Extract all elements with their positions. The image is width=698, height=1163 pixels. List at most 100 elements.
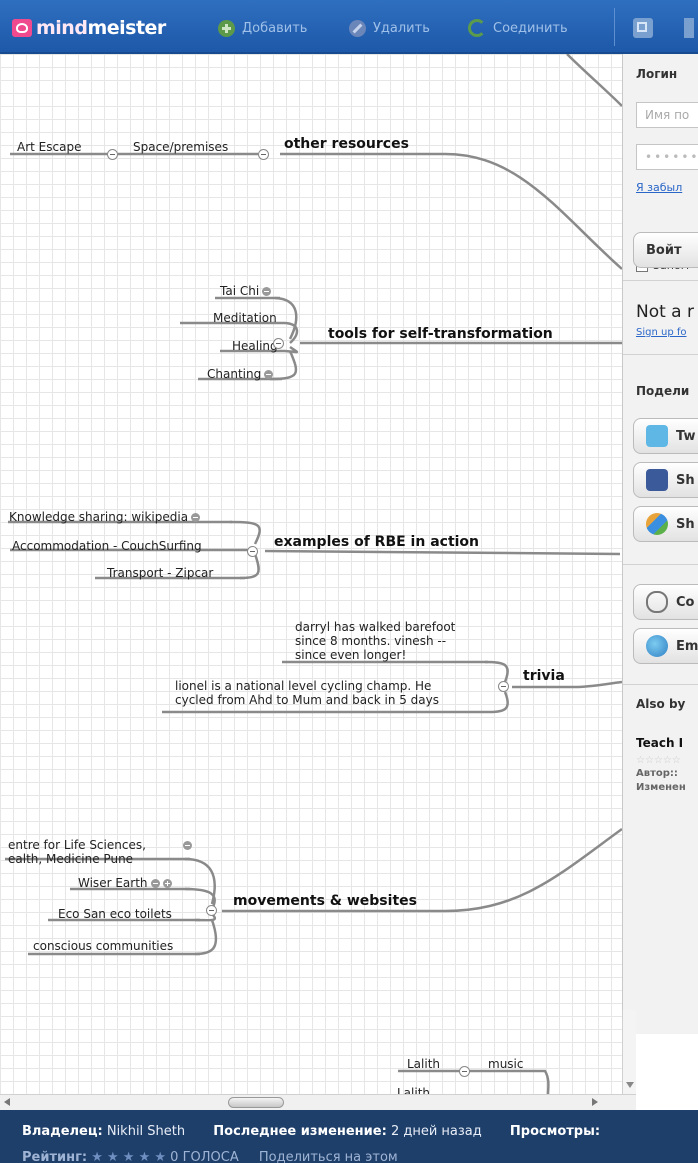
- scroll-down-icon[interactable]: [626, 1082, 634, 1088]
- node-healing[interactable]: Healing: [232, 339, 278, 353]
- node-movements-websites[interactable]: movements & websites: [233, 894, 417, 908]
- not-a-member-text: Not a r: [636, 302, 694, 322]
- related-map-title[interactable]: Teach I: [636, 736, 683, 750]
- expand-icon[interactable]: [264, 370, 274, 379]
- node-music[interactable]: music: [488, 1057, 523, 1071]
- edit-icon[interactable]: [633, 18, 653, 38]
- node-tools-self-transformation[interactable]: tools for self-transformation: [328, 327, 553, 341]
- connect-button-label: Соединить: [493, 20, 568, 36]
- map-info-footer: Владелец: Nikhil Sheth Последнее изменен…: [0, 1110, 698, 1163]
- node-tai-chi-label: Tai Chi: [220, 284, 260, 298]
- scrollbar-thumb[interactable]: [228, 1097, 284, 1108]
- twitter-label: Tw: [676, 428, 696, 444]
- collapse-toggle-icon[interactable]: [107, 149, 118, 160]
- mind-map-canvas[interactable]: Art Escape Space/premises other resource…: [0, 54, 622, 1094]
- vertical-scrollbar[interactable]: [622, 1010, 636, 1094]
- google-buzz-icon: [646, 513, 668, 535]
- mindmeister-logo[interactable]: mindmeister: [12, 17, 166, 39]
- divider: [623, 280, 698, 281]
- node-chanting[interactable]: Chanting: [207, 367, 274, 381]
- login-button-label: Войт: [646, 242, 682, 258]
- expand-icon[interactable]: [150, 879, 160, 888]
- globe-icon: [646, 635, 668, 657]
- node-meditation[interactable]: Meditation: [213, 311, 277, 325]
- scroll-right-icon[interactable]: [592, 1098, 598, 1106]
- collapse-toggle-icon[interactable]: [247, 546, 258, 557]
- node-transport[interactable]: Transport - Zipcar: [107, 566, 213, 580]
- expand-icon[interactable]: [262, 287, 272, 296]
- signup-link[interactable]: Sign up fo: [636, 327, 687, 338]
- toolbar-overflow-icon[interactable]: [684, 18, 694, 38]
- collapse-toggle-icon[interactable]: [206, 905, 217, 916]
- toolbar-divider: [614, 8, 615, 46]
- share-title: Подели: [636, 384, 690, 398]
- node-wiser-earth-label: Wiser Earth: [78, 876, 148, 890]
- embed-label: Em: [676, 638, 698, 654]
- node-darryl[interactable]: darryl has walked barefoot since 8 month…: [295, 620, 455, 662]
- right-sidebar: Логин Имя по •••••• Я забыл Запом Войт N…: [622, 54, 698, 1034]
- logo-text-meister: meister: [87, 17, 166, 39]
- password-input[interactable]: ••••••: [636, 144, 698, 170]
- share-twitter-button[interactable]: Tw: [633, 418, 698, 454]
- horizontal-scrollbar[interactable]: [0, 1094, 636, 1110]
- last-change-value: 2 дней назад: [390, 1124, 482, 1139]
- node-centre-life-sciences[interactable]: entre for Life Sciences, ealth, Medicine…: [8, 838, 192, 866]
- rating-label: Рейтинг:: [22, 1150, 88, 1163]
- divider: [623, 564, 698, 565]
- add-button[interactable]: Добавить: [218, 17, 307, 39]
- delete-button[interactable]: Удалить: [349, 17, 430, 39]
- owner-value[interactable]: Nikhil Sheth: [107, 1124, 185, 1139]
- expand-icon[interactable]: [183, 841, 192, 850]
- add-button-label: Добавить: [242, 20, 308, 36]
- node-lalith[interactable]: Lalith: [407, 1057, 440, 1071]
- username-input[interactable]: Имя по: [636, 102, 698, 128]
- share-facebook-button[interactable]: Sh: [633, 462, 698, 498]
- node-lalith-2[interactable]: Lalith: [397, 1086, 430, 1094]
- delete-icon: [349, 19, 366, 37]
- copy-link-button[interactable]: Co: [633, 584, 698, 620]
- node-knowledge-sharing-label: Knowledge sharing: wikipedia: [9, 510, 189, 524]
- scroll-left-icon[interactable]: [4, 1098, 10, 1106]
- node-trivia[interactable]: trivia: [523, 669, 565, 683]
- node-tai-chi[interactable]: Tai Chi: [220, 284, 272, 298]
- views-label: Просмотры:: [509, 1124, 601, 1139]
- collapse-toggle-icon[interactable]: [258, 149, 269, 160]
- login-title: Логин: [636, 67, 678, 81]
- copy-label: Co: [676, 594, 695, 610]
- map-info-line: Владелец: Nikhil Sheth Последнее изменен…: [22, 1124, 600, 1139]
- expand-icon[interactable]: [191, 513, 201, 522]
- last-change-label: Последнее изменение:: [213, 1124, 387, 1139]
- node-chanting-label: Chanting: [207, 367, 262, 381]
- node-space-premises[interactable]: Space/premises: [133, 140, 228, 154]
- collapse-toggle-icon[interactable]: [459, 1066, 470, 1077]
- node-other-resources[interactable]: other resources: [284, 137, 409, 151]
- facebook-label: Sh: [676, 472, 695, 488]
- node-lionel[interactable]: lionel is a national level cycling champ…: [175, 679, 439, 707]
- node-centre-label: entre for Life Sciences, ealth, Medicine…: [8, 838, 146, 866]
- logo-icon: [12, 19, 32, 37]
- collapse-toggle-icon[interactable]: [273, 338, 284, 349]
- map-connections: [5, 54, 622, 1094]
- forgot-password-link[interactable]: Я забыл: [636, 181, 682, 194]
- divider: [623, 354, 698, 355]
- login-button[interactable]: Войт: [633, 232, 698, 268]
- node-eco-san[interactable]: Eco San eco toilets: [58, 907, 172, 921]
- node-art-escape[interactable]: Art Escape: [17, 140, 81, 154]
- node-conscious-communities[interactable]: conscious communities: [33, 939, 173, 953]
- node-knowledge-sharing[interactable]: Knowledge sharing: wikipedia: [9, 510, 201, 524]
- twitter-icon: [646, 425, 668, 447]
- collapse-toggle-icon[interactable]: [498, 681, 509, 692]
- node-wiser-earth[interactable]: Wiser Earth: [78, 876, 172, 890]
- share-google-button[interactable]: Sh: [633, 506, 698, 542]
- google-label: Sh: [676, 516, 695, 532]
- rating-stars-footer[interactable]: ★ ★ ★ ★ ★: [91, 1150, 166, 1163]
- author-label: Автор::: [636, 768, 678, 779]
- delete-button-label: Удалить: [373, 20, 430, 36]
- connect-button[interactable]: Соединить: [468, 17, 568, 39]
- embed-button[interactable]: Em: [633, 628, 698, 664]
- node-accommodation[interactable]: Accommodation - CouchSurfing: [12, 539, 202, 553]
- add-child-icon[interactable]: [162, 879, 172, 888]
- node-rbe-in-action[interactable]: examples of RBE in action: [274, 535, 479, 549]
- rating-stars: ☆☆☆☆☆: [636, 755, 681, 766]
- top-toolbar: mindmeister Добавить Удалить Соединить: [0, 0, 698, 54]
